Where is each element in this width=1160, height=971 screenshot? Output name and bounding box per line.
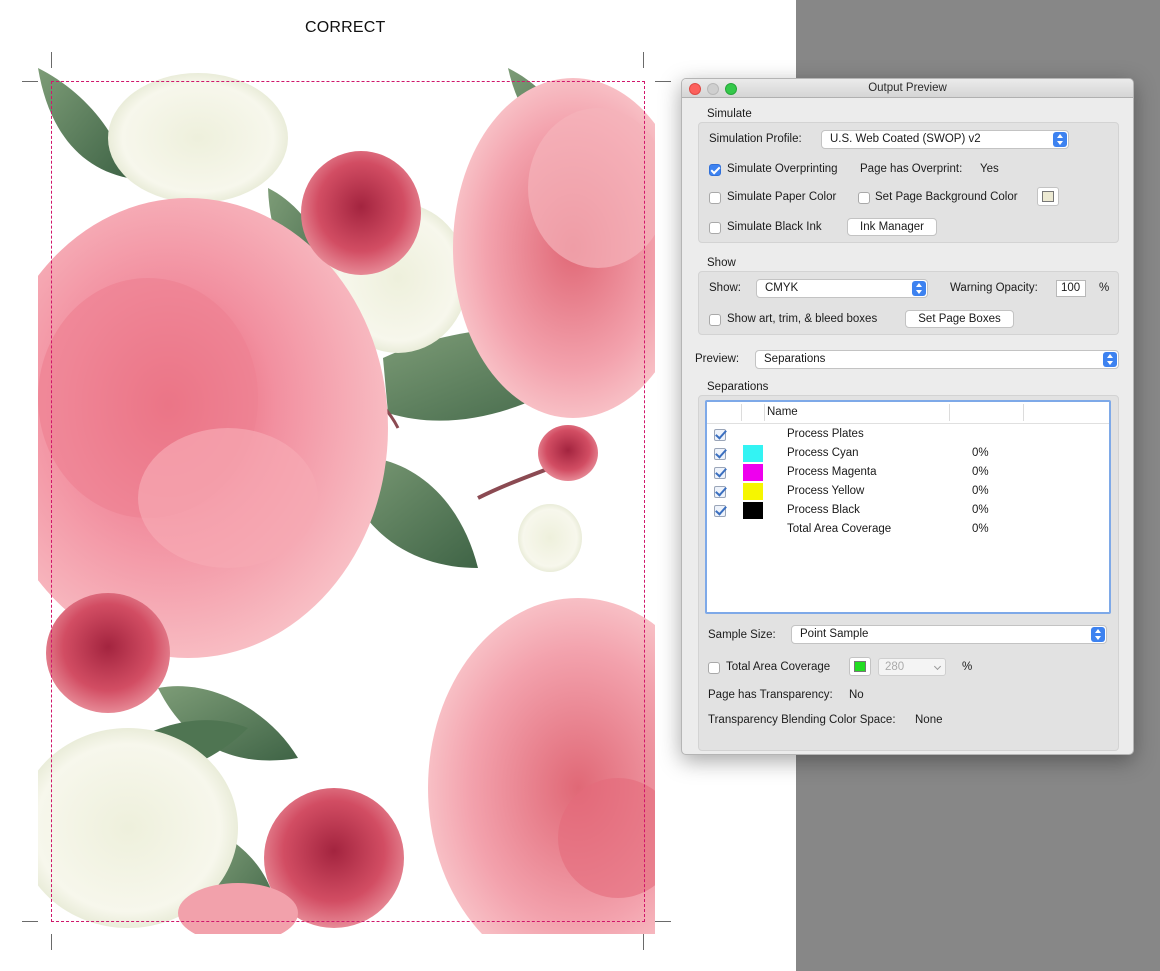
separation-row-process-plates[interactable]: Process Plates — [707, 425, 1109, 444]
table-header: Name — [707, 402, 1109, 424]
show-group: Show: CMYK Warning Opacity: 100 % Show a… — [698, 271, 1119, 335]
separation-coverage: 0% — [972, 485, 989, 497]
separation-coverage: 0% — [972, 504, 989, 516]
document-caption: CORRECT — [305, 19, 386, 36]
set-page-background-label: Set Page Background Color — [875, 191, 1018, 203]
separations-table: Name Process Plates Process Cyan 0% Proc… — [705, 400, 1111, 614]
show-boxes-checkbox[interactable] — [709, 314, 721, 326]
show-label: Show: — [709, 282, 741, 294]
simulate-paper-color-checkbox[interactable] — [709, 192, 721, 204]
total-area-coverage-label: Total Area Coverage — [726, 661, 831, 673]
select-arrows-icon — [912, 281, 926, 296]
warning-opacity-label: Warning Opacity: — [950, 282, 1038, 294]
magenta-swatch — [743, 464, 763, 481]
separation-row-total-area-coverage[interactable]: Total Area Coverage 0% — [707, 520, 1109, 539]
separation-checkbox[interactable] — [714, 505, 726, 517]
set-page-boxes-button[interactable]: Set Page Boxes — [905, 310, 1014, 328]
floral-artwork — [38, 68, 655, 934]
output-preview-dialog: Output Preview Simulate Simulation Profi… — [681, 78, 1134, 755]
simulate-overprinting-checkbox[interactable] — [709, 164, 721, 176]
yellow-swatch — [743, 483, 763, 500]
simulate-paper-color-label: Simulate Paper Color — [727, 191, 837, 203]
total-area-color-swatch[interactable] — [849, 657, 871, 676]
separation-name: Total Area Coverage — [787, 523, 892, 535]
separation-checkbox[interactable] — [714, 486, 726, 498]
separation-name: Process Plates — [787, 428, 864, 440]
page-overprint-value: Yes — [980, 163, 999, 175]
separation-row-process-cyan[interactable]: Process Cyan 0% — [707, 444, 1109, 463]
separation-checkbox[interactable] — [714, 429, 726, 441]
crop-mark — [643, 934, 644, 950]
column-divider — [741, 404, 742, 421]
separation-name: Process Black — [787, 504, 860, 516]
sample-size-value: Point Sample — [800, 628, 869, 640]
total-area-value-combobox[interactable]: 280 — [878, 658, 946, 676]
simulate-black-ink-checkbox[interactable] — [709, 222, 721, 234]
set-page-background-checkbox[interactable] — [858, 192, 870, 204]
separation-coverage: 0% — [972, 447, 989, 459]
simulate-section-label: Simulate — [707, 108, 752, 120]
separation-checkbox[interactable] — [714, 448, 726, 460]
simulate-black-ink-label: Simulate Black Ink — [727, 221, 822, 233]
blending-color-space-value: None — [915, 714, 943, 726]
title-bar[interactable]: Output Preview — [682, 79, 1133, 98]
simulate-overprinting-label: Simulate Overprinting — [727, 163, 838, 175]
separation-row-process-yellow[interactable]: Process Yellow 0% — [707, 482, 1109, 501]
preview-label: Preview: — [695, 353, 740, 365]
sample-size-label: Sample Size: — [708, 629, 776, 641]
select-arrows-icon — [1053, 132, 1067, 147]
dialog-title: Output Preview — [868, 82, 947, 94]
column-divider — [764, 404, 765, 421]
crop-mark — [51, 52, 52, 68]
page-transparency-value: No — [849, 689, 864, 701]
show-boxes-label: Show art, trim, & bleed boxes — [727, 313, 878, 325]
select-arrows-icon — [1091, 627, 1105, 642]
page-transparency-label: Page has Transparency: — [708, 689, 833, 701]
warning-opacity-input[interactable]: 100 — [1056, 280, 1086, 297]
crop-mark — [655, 81, 671, 82]
crop-mark — [643, 52, 644, 68]
separation-coverage: 0% — [972, 466, 989, 478]
simulation-profile-select[interactable]: U.S. Web Coated (SWOP) v2 — [821, 130, 1069, 149]
select-arrows-icon — [1103, 352, 1117, 367]
show-value: CMYK — [765, 282, 799, 294]
separation-row-process-black[interactable]: Process Black 0% — [707, 501, 1109, 520]
column-divider — [949, 404, 950, 421]
column-header-name[interactable]: Name — [767, 406, 798, 418]
crop-mark — [22, 921, 38, 922]
ink-manager-button[interactable]: Ink Manager — [847, 218, 937, 236]
show-select[interactable]: CMYK — [756, 279, 928, 298]
simulation-profile-value: U.S. Web Coated (SWOP) v2 — [830, 133, 981, 145]
separation-name: Process Magenta — [787, 466, 877, 478]
sample-size-select[interactable]: Point Sample — [791, 625, 1107, 644]
separations-section-label: Separations — [707, 381, 769, 393]
crop-mark — [655, 921, 671, 922]
total-area-unit: % — [962, 661, 973, 673]
separation-checkbox[interactable] — [714, 467, 726, 479]
total-area-coverage-checkbox[interactable] — [708, 662, 720, 674]
simulate-group: Simulation Profile: U.S. Web Coated (SWO… — [698, 122, 1119, 243]
simulation-profile-label: Simulation Profile: — [709, 133, 802, 145]
column-divider — [1023, 404, 1024, 421]
page-background-color-swatch[interactable] — [1037, 187, 1059, 206]
background-color-chip — [1042, 191, 1054, 202]
separation-row-process-magenta[interactable]: Process Magenta 0% — [707, 463, 1109, 482]
preview-value: Separations — [764, 353, 826, 365]
separation-name: Process Cyan — [787, 447, 859, 459]
total-area-color-chip — [854, 661, 866, 672]
crop-mark — [51, 934, 52, 950]
page-overprint-label: Page has Overprint: — [860, 163, 963, 175]
black-swatch — [743, 502, 763, 519]
cyan-swatch — [743, 445, 763, 462]
separation-name: Process Yellow — [787, 485, 865, 497]
blending-color-space-label: Transparency Blending Color Space: — [708, 714, 896, 726]
separation-coverage: 0% — [972, 523, 989, 535]
crop-mark — [22, 81, 38, 82]
warning-opacity-unit: % — [1099, 282, 1110, 294]
show-section-label: Show — [707, 257, 736, 269]
preview-select[interactable]: Separations — [755, 350, 1119, 369]
